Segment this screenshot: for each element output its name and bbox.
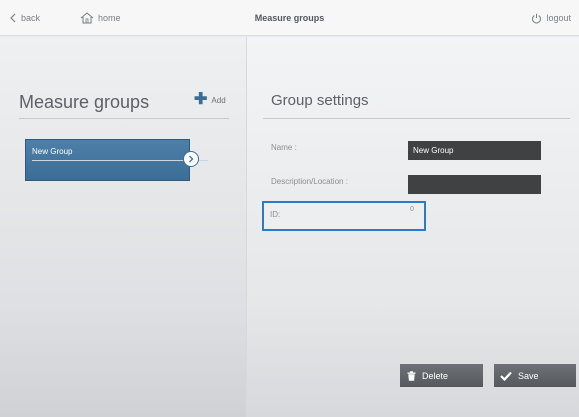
id-field-highlight	[262, 201, 426, 231]
home-button[interactable]: home	[80, 0, 121, 36]
save-button[interactable]: Save	[494, 364, 576, 387]
checkmark-icon	[500, 371, 512, 381]
delete-button[interactable]: Delete	[400, 364, 483, 387]
save-label: Save	[518, 370, 539, 381]
description-field[interactable]	[408, 175, 541, 194]
add-label: Add	[211, 95, 226, 105]
group-settings-divider	[263, 118, 570, 119]
description-label: Description/Location :	[271, 177, 348, 186]
top-bar: back home Measure groups logout	[0, 0, 579, 36]
groups-list-divider	[19, 118, 229, 119]
name-label: Name :	[271, 143, 297, 152]
logout-label: logout	[546, 13, 571, 23]
chevron-right-icon	[189, 155, 194, 163]
back-label: back	[21, 13, 41, 23]
group-settings-title: Group settings	[271, 92, 369, 109]
chevron-left-icon	[10, 13, 16, 23]
groups-list-title: Measure groups	[19, 92, 150, 112]
group-list-item-label: New Group	[32, 147, 73, 156]
add-group-button[interactable]: ✚ Add	[194, 91, 226, 108]
chevron-right-circle-icon[interactable]	[183, 151, 199, 167]
delete-label: Delete	[422, 370, 449, 381]
trash-icon	[407, 370, 416, 381]
id-value: 0	[410, 206, 414, 213]
power-icon	[532, 13, 542, 23]
logout-button[interactable]: logout	[531, 0, 571, 36]
plus-icon: ✚	[194, 91, 208, 108]
id-label: ID:	[270, 210, 281, 219]
back-button[interactable]: back	[9, 0, 40, 36]
group-list-item[interactable]: New Group	[25, 139, 208, 181]
name-field[interactable]	[408, 141, 541, 160]
page-title: Measure groups	[254, 13, 325, 23]
home-icon	[80, 12, 94, 24]
group-list-item-line	[32, 160, 208, 161]
home-label: home	[98, 13, 121, 23]
